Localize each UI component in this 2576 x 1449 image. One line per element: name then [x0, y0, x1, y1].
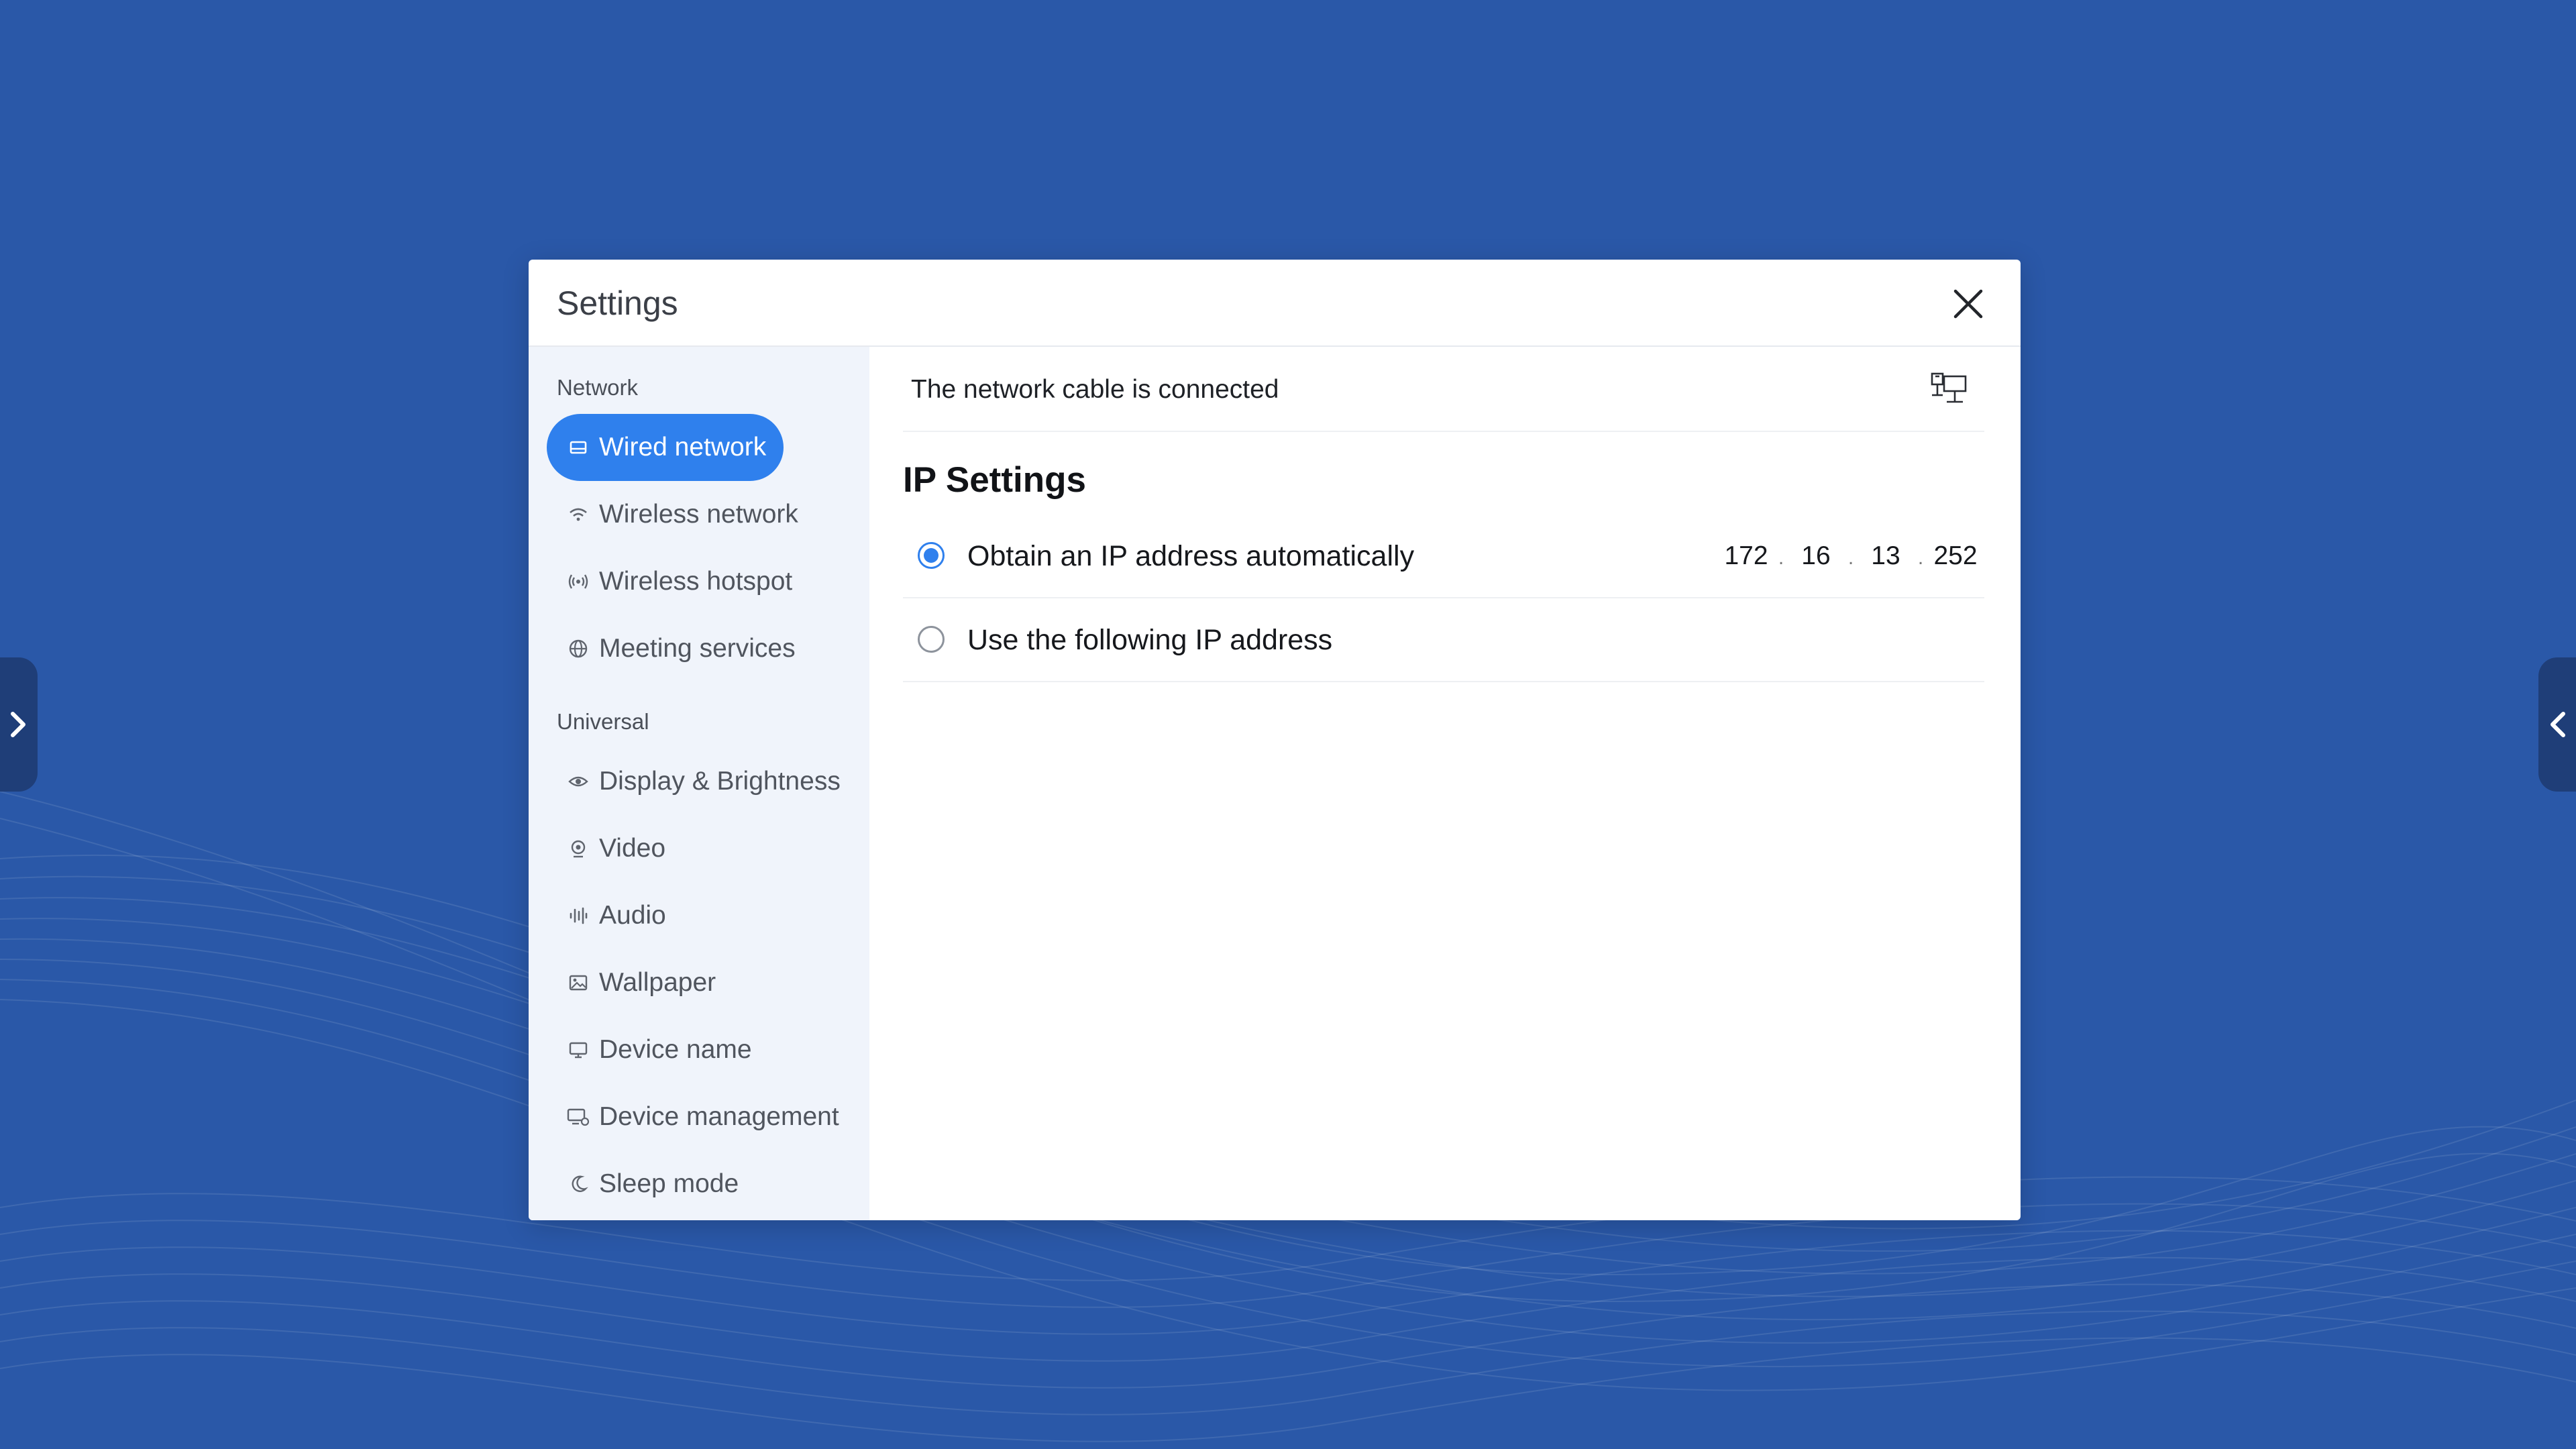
current-ip-address: 172 . 16 . 13 . 252	[1723, 541, 1979, 571]
radio-label: Obtain an IP address automatically	[967, 540, 1415, 572]
settings-sidebar: Network Wired network Wireless network W…	[529, 347, 869, 1220]
settings-dialog: Settings Network Wired network Wireless …	[529, 260, 2021, 1220]
device-settings-icon	[567, 1106, 590, 1128]
chevron-left-icon	[2551, 712, 2565, 737]
sidebar-item-device-management[interactable]: Device management	[547, 1083, 857, 1150]
chevron-right-icon	[11, 712, 25, 737]
sidebar-item-sleep-mode[interactable]: Sleep mode	[547, 1150, 756, 1218]
sidebar-item-label: Wireless hotspot	[599, 567, 793, 596]
settings-content: The network cable is connected IP Settin…	[869, 347, 2021, 1220]
network-connected-icon	[1931, 372, 1967, 403]
sidebar-item-wireless-hotspot[interactable]: Wireless hotspot	[547, 548, 810, 615]
hotspot-icon	[567, 570, 590, 593]
sidebar-item-label: Video	[599, 834, 666, 863]
option-use-following-ip[interactable]: Use the following IP address	[903, 598, 1984, 682]
radio-obtain-ip-automatically[interactable]	[918, 542, 945, 569]
sidebar-item-label: Sleep mode	[599, 1169, 739, 1198]
sidebar-group-universal: Universal	[557, 709, 649, 734]
ip-octet-3: 13	[1871, 541, 1900, 570]
sidebar-item-label: Display & Brightness	[599, 767, 841, 796]
network-status-text: The network cable is connected	[911, 375, 1279, 404]
sidebar-item-label: Wallpaper	[599, 968, 716, 997]
right-edge-expand-tab[interactable]	[2538, 657, 2576, 792]
sidebar-item-video[interactable]: Video	[547, 815, 683, 882]
sidebar-item-label: Meeting services	[599, 634, 796, 663]
ip-octet-2: 16	[1801, 541, 1831, 570]
sidebar-item-wired-network[interactable]: Wired network	[547, 414, 784, 481]
sidebar-item-wireless-network[interactable]: Wireless network	[547, 481, 816, 548]
sidebar-group-network: Network	[557, 375, 639, 400]
globe-icon	[567, 637, 590, 660]
option-obtain-ip-automatically[interactable]: Obtain an IP address automatically 172 .…	[903, 515, 1984, 598]
close-button[interactable]	[1948, 284, 1988, 324]
wired-network-icon	[567, 436, 590, 459]
audio-wave-icon	[567, 904, 590, 927]
eye-icon	[567, 770, 590, 793]
ip-octet-4: 252	[1933, 541, 1978, 570]
network-status-row: The network cable is connected	[903, 347, 1984, 432]
close-icon	[1953, 289, 1983, 319]
ip-octet-1: 172	[1724, 541, 1768, 570]
sidebar-item-device-name[interactable]: Device name	[547, 1016, 769, 1083]
sidebar-item-meeting-services[interactable]: Meeting services	[547, 615, 813, 682]
sidebar-item-wallpaper[interactable]: Wallpaper	[547, 949, 733, 1016]
ip-separator: .	[1847, 547, 1854, 569]
sidebar-item-label: Device management	[599, 1102, 839, 1131]
sidebar-item-audio[interactable]: Audio	[547, 882, 684, 949]
dialog-titlebar: Settings	[529, 260, 2021, 347]
sidebar-item-label: Wired network	[599, 433, 767, 462]
ip-settings-title: IP Settings	[903, 460, 1086, 500]
moon-icon	[567, 1173, 590, 1195]
left-edge-expand-tab[interactable]	[0, 657, 38, 792]
camera-icon	[567, 837, 590, 860]
sidebar-item-label: Audio	[599, 901, 666, 930]
dialog-title: Settings	[557, 284, 678, 322]
ip-separator: .	[1917, 547, 1924, 569]
monitor-icon	[567, 1038, 590, 1061]
radio-label: Use the following IP address	[967, 624, 1333, 656]
sidebar-item-label: Device name	[599, 1035, 752, 1064]
image-icon	[567, 971, 590, 994]
radio-use-following-ip[interactable]	[918, 626, 945, 653]
sidebar-item-label: Wireless network	[599, 500, 798, 529]
sidebar-item-display-brightness[interactable]: Display & Brightness	[547, 748, 858, 815]
ip-separator: .	[1778, 547, 1784, 569]
wifi-icon	[567, 503, 590, 526]
